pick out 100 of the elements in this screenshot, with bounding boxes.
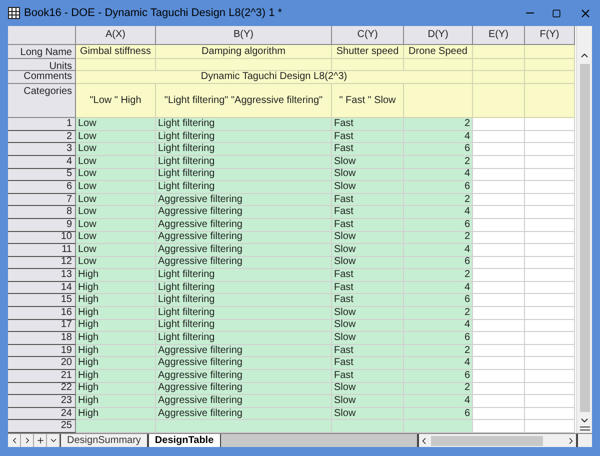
- categories-cell[interactable]: [404, 84, 473, 118]
- row-number[interactable]: 11: [8, 244, 76, 257]
- row-number[interactable]: 25: [8, 420, 76, 433]
- column-header[interactable]: F(Y): [525, 26, 575, 45]
- table-cell[interactable]: [473, 232, 525, 244]
- table-cell[interactable]: Fast: [332, 294, 404, 308]
- table-cell[interactable]: Light filtering: [156, 118, 332, 131]
- table-cell[interactable]: Fast: [332, 143, 404, 156]
- long-name-cell[interactable]: [525, 44, 575, 59]
- table-cell[interactable]: [525, 218, 575, 232]
- table-cell[interactable]: Slow: [332, 232, 404, 244]
- row-number[interactable]: 24: [8, 408, 76, 420]
- table-cell[interactable]: 4: [404, 282, 473, 294]
- corner-cell[interactable]: [8, 26, 76, 45]
- table-cell[interactable]: Light filtering: [156, 181, 332, 194]
- table-cell[interactable]: [525, 357, 575, 370]
- table-cell[interactable]: Low: [76, 181, 156, 194]
- table-cell[interactable]: Slow: [332, 332, 404, 345]
- table-cell[interactable]: Light filtering: [156, 143, 332, 156]
- table-cell[interactable]: 6: [404, 218, 473, 232]
- sheet-nav-button[interactable]: [34, 434, 47, 447]
- table-cell[interactable]: [332, 420, 404, 433]
- row-number[interactable]: 9: [8, 218, 76, 232]
- table-cell[interactable]: [525, 420, 575, 433]
- table-cell[interactable]: Slow: [332, 156, 404, 169]
- table-cell[interactable]: High: [76, 357, 156, 370]
- table-cell[interactable]: 4: [404, 168, 473, 182]
- table-cell[interactable]: [473, 382, 525, 396]
- table-cell[interactable]: Aggressive filtering: [156, 370, 332, 383]
- sheet-nav-button[interactable]: [21, 434, 34, 447]
- table-cell[interactable]: 4: [404, 244, 473, 257]
- table-cell[interactable]: 4: [404, 206, 473, 219]
- column-header[interactable]: D(Y): [404, 26, 473, 45]
- comments-cell[interactable]: [525, 70, 575, 84]
- units-cell[interactable]: [76, 58, 156, 71]
- units-cell[interactable]: [156, 58, 332, 71]
- table-cell[interactable]: Slow: [332, 181, 404, 194]
- table-cell[interactable]: 4: [404, 320, 473, 332]
- table-cell[interactable]: [525, 282, 575, 294]
- table-cell[interactable]: High: [76, 320, 156, 332]
- table-cell[interactable]: [156, 420, 332, 433]
- row-number[interactable]: 19: [8, 344, 76, 358]
- table-cell[interactable]: Low: [76, 130, 156, 144]
- table-cell[interactable]: 2: [404, 382, 473, 396]
- table-cell[interactable]: 2: [404, 269, 473, 282]
- row-number[interactable]: 23: [8, 395, 76, 408]
- table-cell[interactable]: Low: [76, 156, 156, 169]
- table-cell[interactable]: [525, 256, 575, 270]
- table-cell[interactable]: [473, 244, 525, 257]
- table-cell[interactable]: 4: [404, 357, 473, 370]
- table-cell[interactable]: Fast: [332, 118, 404, 131]
- vertical-scrollbar[interactable]: [576, 26, 592, 433]
- table-cell[interactable]: [525, 143, 575, 156]
- table-cell[interactable]: High: [76, 395, 156, 408]
- table-cell[interactable]: [473, 168, 525, 182]
- units-cell[interactable]: [332, 58, 404, 71]
- table-cell[interactable]: High: [76, 344, 156, 358]
- row-number[interactable]: 1: [8, 118, 76, 131]
- categories-cell[interactable]: [525, 84, 575, 118]
- table-cell[interactable]: [473, 130, 525, 144]
- table-cell[interactable]: [473, 357, 525, 370]
- units-cell[interactable]: [525, 58, 575, 71]
- table-cell[interactable]: [404, 420, 473, 433]
- row-number[interactable]: 10: [8, 232, 76, 244]
- table-cell[interactable]: [473, 282, 525, 294]
- table-cell[interactable]: Slow: [332, 168, 404, 182]
- table-cell[interactable]: [473, 156, 525, 169]
- sheet-tab[interactable]: DesignSummary: [60, 434, 148, 447]
- table-cell[interactable]: Aggressive filtering: [156, 244, 332, 257]
- table-cell[interactable]: 6: [404, 181, 473, 194]
- table-cell[interactable]: 2: [404, 194, 473, 206]
- table-cell[interactable]: Light filtering: [156, 282, 332, 294]
- table-cell[interactable]: [525, 370, 575, 383]
- row-number[interactable]: 13: [8, 269, 76, 282]
- table-cell[interactable]: 2: [404, 232, 473, 244]
- table-cell[interactable]: [473, 344, 525, 358]
- row-number[interactable]: 7: [8, 194, 76, 206]
- long-name-cell[interactable]: Shutter speed: [332, 44, 404, 59]
- table-cell[interactable]: Aggressive filtering: [156, 256, 332, 270]
- table-cell[interactable]: [525, 244, 575, 257]
- table-cell[interactable]: Fast: [332, 130, 404, 144]
- table-cell[interactable]: [473, 420, 525, 433]
- table-cell[interactable]: [473, 294, 525, 308]
- table-cell[interactable]: [473, 269, 525, 282]
- table-cell[interactable]: [76, 420, 156, 433]
- table-cell[interactable]: [473, 194, 525, 206]
- table-cell[interactable]: Aggressive filtering: [156, 232, 332, 244]
- table-cell[interactable]: Light filtering: [156, 332, 332, 345]
- table-cell[interactable]: Low: [76, 206, 156, 219]
- table-cell[interactable]: High: [76, 307, 156, 320]
- table-cell[interactable]: [525, 294, 575, 308]
- row-number[interactable]: 14: [8, 282, 76, 294]
- row-number[interactable]: 15: [8, 294, 76, 308]
- scrollbar-thumb[interactable]: [580, 64, 590, 412]
- table-cell[interactable]: [525, 168, 575, 182]
- table-cell[interactable]: [525, 156, 575, 169]
- long-name-cell[interactable]: Gimbal stiffness: [76, 44, 156, 59]
- table-cell[interactable]: [525, 408, 575, 420]
- table-cell[interactable]: Light filtering: [156, 269, 332, 282]
- table-cell[interactable]: Light filtering: [156, 168, 332, 182]
